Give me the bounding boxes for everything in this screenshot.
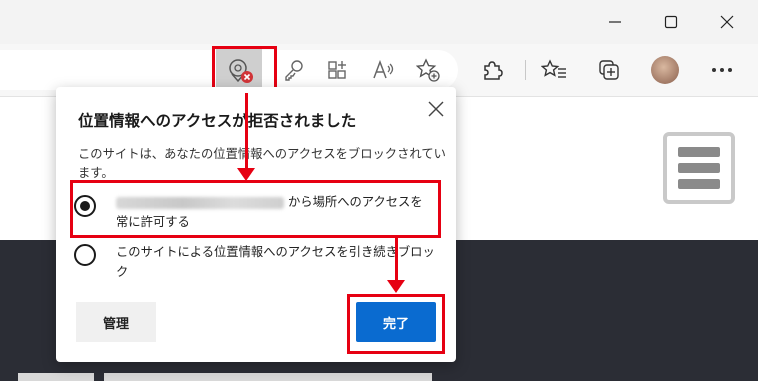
toolbar-separator [525, 60, 526, 80]
add-favorite-button[interactable] [414, 56, 442, 84]
popup-description: このサイトは、あなたの位置情報へのアクセスをブロックされています。 [78, 147, 446, 180]
menu-bar [678, 163, 720, 173]
profile-avatar[interactable] [651, 56, 679, 84]
favorites-icon [541, 59, 566, 78]
extensions-icon [484, 61, 503, 80]
collections-button[interactable] [595, 56, 623, 84]
site-name-blurred [116, 196, 284, 209]
close-icon [428, 101, 444, 117]
popup-close-button[interactable] [426, 99, 446, 119]
location-blocked-icon [229, 59, 253, 83]
manage-button[interactable]: 管理 [76, 302, 156, 342]
option-block[interactable]: このサイトによる位置情報へのアクセスを引き続きブロック [74, 242, 444, 279]
key-icon [285, 60, 303, 81]
option-allow-line2: 常に許可する [116, 215, 190, 229]
add-favorite-icon [416, 58, 440, 82]
popup-title: 位置情報へのアクセスが拒否されました [78, 112, 357, 130]
location-permission-button[interactable] [216, 47, 262, 91]
menu-bar [678, 179, 720, 189]
favorites-button[interactable] [540, 56, 568, 84]
menu-icon[interactable] [663, 132, 735, 204]
password-button[interactable] [280, 56, 308, 84]
radio-allow[interactable] [74, 195, 96, 217]
done-button[interactable]: 完了 [356, 302, 436, 342]
page-tab-stub [104, 373, 432, 381]
radio-block[interactable] [74, 244, 96, 266]
location-permission-popup: 位置情報へのアクセスが拒否されました このサイトは、あなたの位置情報へのアクセス… [56, 87, 456, 362]
title-bar [0, 0, 758, 44]
apps-button[interactable] [324, 56, 352, 84]
option-allow-text: から場所へのアクセスを 常に許可する [116, 192, 444, 232]
more-button[interactable] [708, 56, 736, 84]
more-icon [712, 68, 732, 72]
collections-icon [599, 60, 619, 80]
page-tab-stub [18, 373, 94, 381]
annotation-arrow-line [395, 237, 398, 282]
annotation-arrow-head [387, 280, 405, 293]
minimize-icon [609, 21, 621, 23]
close-window-button[interactable] [704, 0, 750, 44]
annotation-arrow-line [245, 93, 248, 170]
maximize-icon [664, 15, 678, 29]
option-allow[interactable]: から場所へのアクセスを 常に許可する [74, 190, 444, 234]
maximize-button[interactable] [648, 0, 694, 44]
read-aloud-button[interactable] [370, 56, 398, 84]
apps-icon [328, 61, 346, 79]
close-icon [720, 15, 734, 29]
menu-bar [678, 147, 720, 157]
option-allow-line1: から場所へのアクセスを [288, 195, 423, 209]
read-aloud-icon [373, 59, 394, 79]
minimize-button[interactable] [592, 0, 638, 44]
extensions-button[interactable] [478, 56, 506, 84]
annotation-arrow-head [237, 168, 255, 181]
